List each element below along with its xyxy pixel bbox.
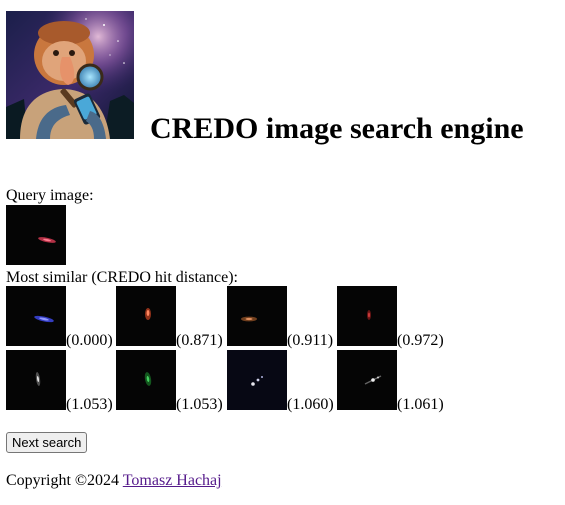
result-distance-3: (0.911) [287,332,334,349]
result-thumbnail-3[interactable] [227,286,287,346]
result-distance-4: (0.972) [397,332,444,349]
result-distance-2: (0.871) [176,332,223,349]
page: CREDO image search engine Query image: M… [0,0,565,505]
page-title: CREDO image search engine [150,112,524,145]
copyright: Copyright ©2024 Tomasz Hachaj [6,472,222,490]
result-thumbnail-7[interactable] [227,350,287,410]
result-thumbnail-6[interactable] [116,350,176,410]
result-distance-7: (1.060) [287,396,334,413]
result-thumbnail-1[interactable] [6,286,66,346]
proboscis-monkey-detective-logo-icon [6,11,134,139]
result-distance-8: (1.061) [397,396,444,413]
result-distance-6: (1.053) [176,396,223,413]
result-thumbnail-2[interactable] [116,286,176,346]
result-distance-5: (1.053) [66,396,113,413]
result-thumbnail-8[interactable] [337,350,397,410]
result-thumbnail-5[interactable] [6,350,66,410]
query-image [6,205,66,265]
results-label: Most similar (CREDO hit distance): [6,269,238,286]
copyright-text: Copyright ©2024 [6,472,120,489]
result-distance-1: (0.000) [66,332,113,349]
next-search-button[interactable]: Next search [6,432,88,453]
result-thumbnail-4[interactable] [337,286,397,346]
author-link[interactable]: Tomasz Hachaj [123,472,222,489]
query-image-label: Query image: [6,187,94,204]
